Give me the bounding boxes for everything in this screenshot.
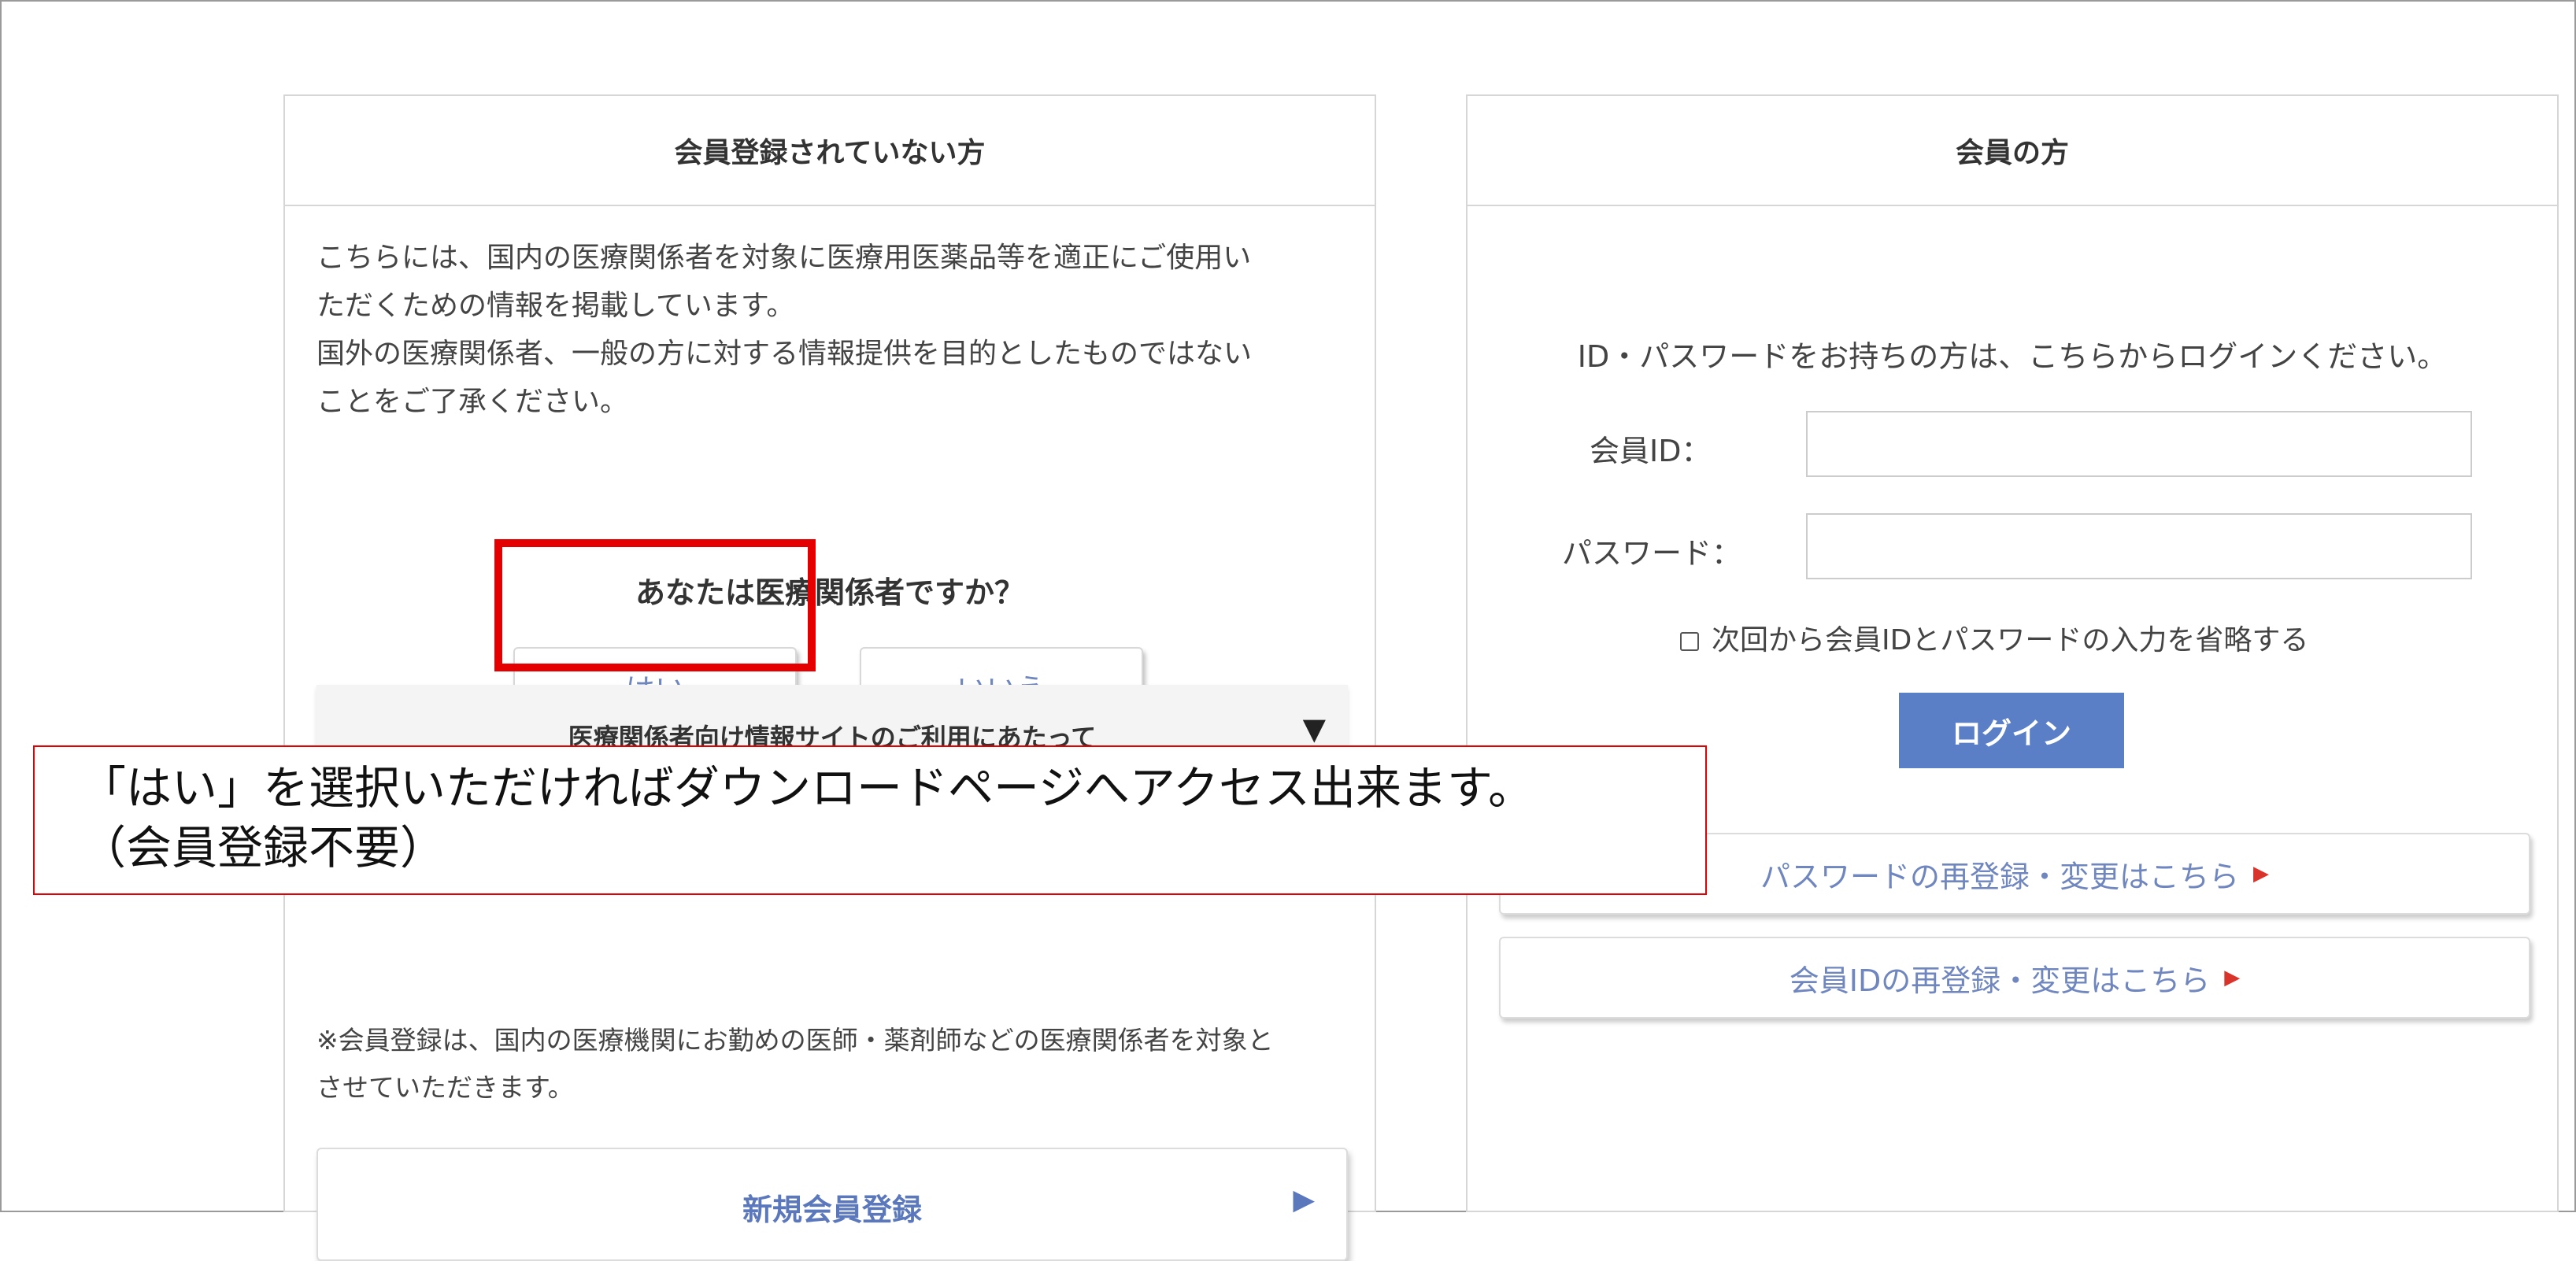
play-arrow-icon: ▶ [2253,862,2269,886]
intro-text: こちらには、国内の医療関係者を対象に医療用医薬品等を適正にご使用い ただくための… [316,234,1340,426]
password-label: パスワード： [1562,536,1742,571]
callout-line: （会員登録不要） [80,821,446,875]
new-registration-button[interactable]: 新規会員登録 ▶ [316,1148,1348,1261]
play-arrow-icon: ▶ [1293,1184,1315,1216]
password-reset-label: パスワードの再登録・変更はこちら [1760,859,2239,894]
screenshot-frame: 会員登録されていない方 こちらには、国内の医療関係者を対象に医療用医薬品等を適正… [0,0,2576,1261]
callout-line: 「はい」を選択いただければダウンロードページへアクセス出来ます。 [80,761,1534,815]
new-registration-label: 新規会員登録 [742,1193,922,1227]
chevron-down-icon: ▼ [1302,712,1326,746]
member-id-input[interactable] [1806,411,2472,477]
intro-line: ことをご了承ください。 [316,386,629,418]
member-panel: 会員の方 ID・パスワードをお持ちの方は、こちらからログインください。 会員ID… [1466,94,2559,1212]
annotation-callout: 「はい」を選択いただければダウンロードページへアクセス出来ます。 （会員登録不要… [33,745,1707,895]
member-id-reset-link[interactable]: 会員IDの再登録・変更はこちら ▶ [1499,937,2530,1019]
note-line: させていただきます。 [316,1072,574,1103]
password-input[interactable] [1806,513,2472,579]
checkbox-icon[interactable] [1680,632,1699,651]
login-button[interactable]: ログイン [1899,693,2124,768]
login-intro-text: ID・パスワードをお持ちの方は、こちらからログインください。 [1577,339,2448,374]
intro-line: ただくための情報を掲載しています。 [316,290,795,322]
yes-highlight-box [494,539,816,671]
intro-line: 国外の医療関係者、一般の方に対する情報提供を目的としたものではない [316,338,1253,370]
member-id-label: 会員ID： [1590,434,1712,468]
note-line: ※会員登録は、国内の医療機関にお勤めの医師・薬剤師などの医療関係者を対象と [316,1025,1274,1056]
intro-line: こちらには、国内の医療関係者を対象に医療用医薬品等を適正にご使用い [316,242,1252,274]
non-member-panel: 会員登録されていない方 こちらには、国内の医療関係者を対象に医療用医薬品等を適正… [283,94,1376,1261]
member-header: 会員の方 [1468,96,2557,206]
medical-professional-question: あなたは医療関係者ですか？ [635,575,1024,610]
remember-option[interactable]: 次回から会員IDとパスワードの入力を省略する [1680,617,2308,658]
remember-label: 次回から会員IDとパスワードの入力を省略する [1712,624,2309,656]
non-member-header: 会員登録されていない方 [285,96,1375,206]
member-id-reset-label: 会員IDの再登録・変更はこちら [1789,963,2211,998]
play-arrow-icon: ▶ [2224,966,2241,989]
registration-note: ※会員登録は、国内の医療機関にお勤めの医師・薬剤師などの医療関係者を対象と させ… [316,1017,1340,1111]
